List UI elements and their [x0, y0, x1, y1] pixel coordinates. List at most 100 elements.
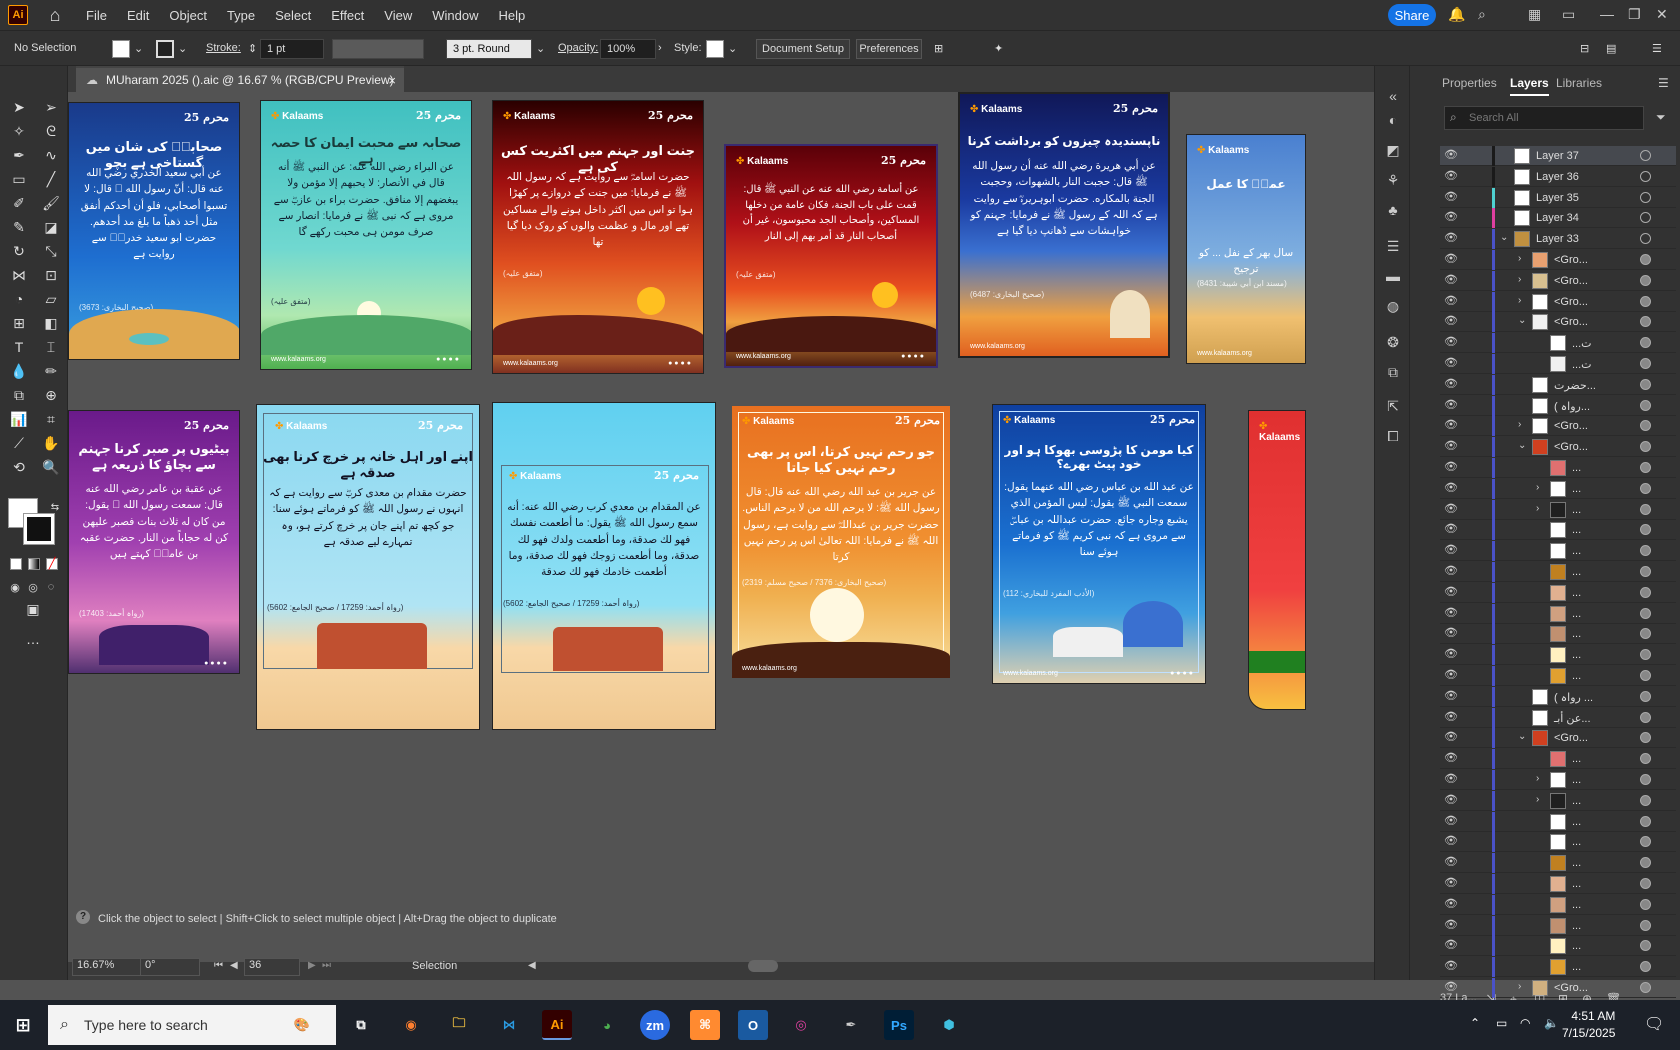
color-mode-icon[interactable] [10, 558, 22, 570]
layer-name[interactable]: <Gro... [1554, 441, 1588, 453]
workspace-icon[interactable]: ▦ [1528, 6, 1541, 23]
windows-start-icon[interactable]: ⊞ [8, 1010, 38, 1040]
layer-name[interactable]: ... [1572, 649, 1581, 661]
stepper-icon[interactable]: ⇕ [248, 42, 257, 55]
layer-name[interactable]: ( رواہ ... [1554, 691, 1593, 704]
layer-name[interactable]: <Gro... [1554, 420, 1588, 432]
target-circle-icon[interactable] [1640, 316, 1651, 328]
layer-row[interactable]: 👁... [1440, 853, 1676, 874]
layer-row[interactable]: 👁... [1440, 936, 1676, 957]
style-swatch[interactable] [706, 40, 724, 58]
transparency-icon[interactable]: ◍ [1383, 296, 1403, 316]
width-tool-icon[interactable]: ⋈ [8, 264, 30, 286]
visibility-eye-icon[interactable]: 👁 [1444, 439, 1458, 452]
opacity-field[interactable]: 100% [600, 39, 656, 59]
rectangle-tool-icon[interactable]: ▭ [8, 168, 30, 190]
artboard-3[interactable]: Kalaams محرم 25 جنت اور جہنم میں اکثریت … [492, 100, 704, 374]
bell-icon[interactable]: 🔔 [1448, 6, 1465, 23]
layer-row[interactable]: 👁... [1440, 874, 1676, 894]
outlook-icon[interactable]: O [738, 1010, 768, 1040]
mesh-tool-icon[interactable]: ⊞ [8, 312, 30, 334]
visibility-eye-icon[interactable]: 👁 [1444, 751, 1458, 764]
close-icon[interactable]: ✕ [1656, 6, 1668, 23]
layer-row[interactable]: 👁... [1440, 582, 1676, 603]
layer-row[interactable]: 👁 › <Gro... [1440, 416, 1676, 437]
visibility-eye-icon[interactable]: 👁 [1444, 210, 1458, 223]
visibility-eye-icon[interactable]: 👁 [1444, 710, 1458, 723]
swap-icon[interactable]: ⇆ [44, 496, 66, 518]
variable-width-profile[interactable] [332, 39, 424, 59]
layer-row[interactable]: 👁... [1440, 749, 1676, 770]
artboard-8[interactable]: Kalaams محرم 25 اپنے اور اہل خانہ پر خرچ… [256, 404, 480, 730]
menu-window[interactable]: Window [432, 8, 478, 23]
target-circle-icon[interactable] [1640, 961, 1651, 973]
visibility-eye-icon[interactable]: 👁 [1444, 543, 1458, 556]
layer-row[interactable]: 👁 ...ت [1440, 333, 1676, 354]
target-circle-icon[interactable] [1640, 378, 1651, 390]
artboard-9[interactable]: Kalaams محرم 25 عن المقدام بن معدي كرب ر… [492, 402, 716, 730]
stroke-label[interactable]: Stroke: [206, 42, 241, 54]
draw-inside-icon[interactable]: ◌ [40, 576, 62, 598]
touch-type-icon[interactable]: ⌶ [40, 336, 62, 358]
target-circle-icon[interactable] [1640, 170, 1651, 182]
target-circle-icon[interactable] [1640, 836, 1651, 848]
clock[interactable]: 4:51 AM 7/15/2025 [1562, 1008, 1615, 1042]
chevron-right-icon[interactable]: › [1536, 482, 1539, 493]
layer-row[interactable]: 👁 ...ت [1440, 354, 1676, 374]
menu-select[interactable]: Select [275, 8, 311, 23]
chevron-right-icon[interactable]: › [1518, 295, 1521, 306]
layer-row[interactable]: 👁 ›... [1440, 478, 1676, 499]
layer-name[interactable]: ... [1572, 545, 1581, 557]
stroke-panel-icon[interactable]: ☰ [1383, 236, 1403, 256]
visibility-eye-icon[interactable]: 👁 [1444, 502, 1458, 515]
chevron-right-icon[interactable]: › [1518, 274, 1521, 285]
fill-swatch[interactable] [112, 40, 130, 58]
target-circle-icon[interactable] [1640, 940, 1651, 952]
target-circle-icon[interactable] [1640, 524, 1651, 536]
firefox-icon[interactable]: ◉ [396, 1010, 426, 1040]
layer-row[interactable]: 👁 ( رواہ ... [1440, 686, 1676, 707]
target-circle-icon[interactable] [1640, 566, 1651, 577]
blend-tool-icon[interactable]: ⧉ [8, 384, 30, 406]
visibility-eye-icon[interactable]: 👁 [1444, 959, 1458, 972]
layer-name[interactable]: ... [1572, 899, 1581, 911]
chevron-right-icon[interactable]: › [1518, 981, 1521, 992]
layer-row[interactable]: 👁... [1440, 957, 1676, 978]
layer-name[interactable]: ... [1572, 774, 1581, 786]
visibility-eye-icon[interactable]: 👁 [1444, 335, 1458, 348]
visibility-eye-icon[interactable]: 👁 [1444, 314, 1458, 327]
layer-row[interactable]: 👁 عن أبـ... [1440, 707, 1676, 728]
chevron-down-icon[interactable]: ⌄ [1500, 232, 1508, 243]
file-explorer-icon[interactable]: 🗀 [444, 1010, 474, 1040]
visibility-eye-icon[interactable]: 👁 [1444, 252, 1458, 265]
target-circle-icon[interactable] [1640, 753, 1651, 765]
pen-app-icon[interactable]: ✒ [836, 1010, 866, 1040]
curvature-icon[interactable]: ∿ [40, 144, 62, 166]
magic-wand-icon[interactable]: ✧ [8, 120, 30, 142]
document-tab[interactable]: ☁ MUharam 2025 ().aic @ 16.67 % (RGB/CPU… [76, 66, 404, 92]
gradient-tool-icon[interactable]: ◧ [40, 312, 62, 334]
menu-object[interactable]: Object [169, 8, 207, 23]
more-tools-icon[interactable]: … [22, 628, 44, 650]
brushes-icon[interactable]: ⚘ [1383, 170, 1403, 190]
tab-layers[interactable]: Layers [1510, 76, 1549, 96]
artboards-icon[interactable]: ⧠ [1383, 426, 1403, 446]
visibility-eye-icon[interactable]: 👁 [1444, 814, 1458, 827]
visibility-eye-icon[interactable]: 👁 [1444, 897, 1458, 910]
measure-icon[interactable]: ✏ [40, 360, 62, 382]
layer-row[interactable]: 👁... [1440, 562, 1676, 582]
layer-name[interactable]: ...ت [1572, 358, 1592, 371]
artboard-2[interactable]: Kalaams محرم 25 صحابہ سے محبت ایمان کا ح… [260, 100, 472, 370]
vscode-icon[interactable]: ⋈ [494, 1010, 524, 1040]
menu-type[interactable]: Type [227, 8, 255, 23]
restore-icon[interactable]: ❐ [1628, 6, 1641, 23]
postman-icon[interactable]: ⌘ [690, 1010, 720, 1040]
symbols-icon[interactable]: ♣ [1383, 200, 1403, 220]
layer-row[interactable]: 👁 ⌄ <Gro... [1440, 728, 1676, 749]
layer-name[interactable]: حضرت... [1554, 379, 1596, 392]
layer-row[interactable]: 👁... [1440, 603, 1676, 624]
layer-name[interactable]: ... [1572, 524, 1581, 536]
type-tool-icon[interactable]: T [8, 336, 30, 358]
chevron-down-icon[interactable]: ⌄ [728, 42, 737, 55]
visibility-eye-icon[interactable]: 👁 [1444, 918, 1458, 931]
